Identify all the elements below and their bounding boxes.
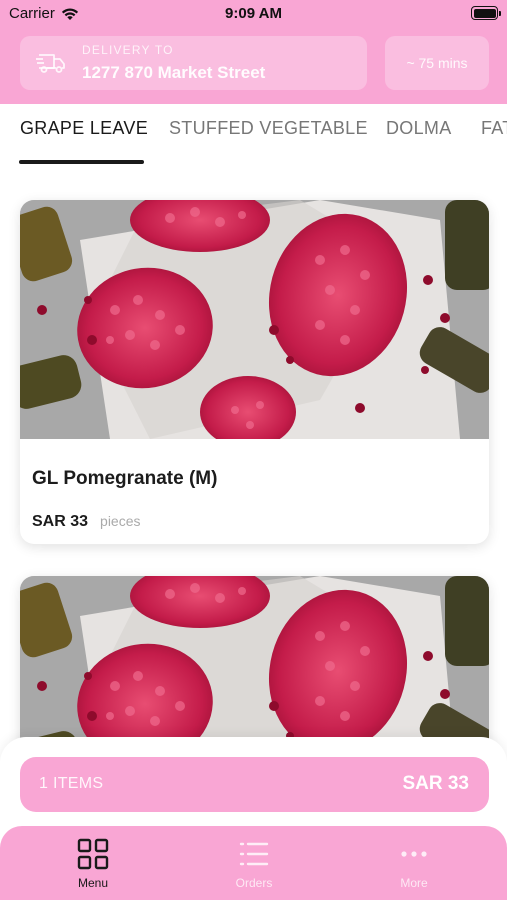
product-image — [20, 200, 489, 439]
status-time: 9:09 AM — [225, 5, 282, 22]
delivery-address: 1277 870 Market Street — [82, 63, 266, 82]
delivery-eta[interactable]: ~ 75 mins — [385, 36, 489, 90]
status-bar: Carrier 9:09 AM — [0, 0, 507, 28]
list-icon — [239, 842, 269, 866]
tab-stuffed-vegetable[interactable]: STUFFED VEGETABLE — [169, 118, 368, 139]
bottom-nav: Menu Orders More — [0, 826, 507, 900]
app-header: Carrier 9:09 AM DELIVERY TO 1277 870 Mar… — [0, 0, 507, 104]
product-price-row: SAR 33 pieces — [32, 513, 141, 531]
delivery-address-selector[interactable]: DELIVERY TO 1277 870 Market Street — [20, 36, 367, 90]
nav-menu[interactable]: Menu — [43, 838, 143, 890]
cart-item-count: 1 ITEMS — [39, 775, 104, 792]
product-unit: pieces — [100, 513, 141, 529]
more-icon — [401, 851, 427, 857]
delivery-truck-icon — [36, 54, 65, 73]
nav-orders-label: Orders — [235, 876, 273, 890]
grid-icon — [77, 838, 109, 870]
product-price: SAR 33 — [32, 513, 89, 530]
nav-menu-label: Menu — [77, 876, 109, 890]
tab-dolma[interactable]: DOLMA — [386, 118, 452, 139]
nav-more[interactable]: More — [364, 838, 464, 890]
battery-icon — [471, 6, 501, 20]
nav-orders[interactable]: Orders — [204, 838, 304, 890]
active-tab-indicator — [19, 160, 144, 164]
tab-fat[interactable]: FAT — [481, 118, 507, 139]
view-cart-button[interactable]: 1 ITEMS SAR 33 — [20, 757, 489, 812]
product-card[interactable]: GL Pomegranate (M) SAR 33 pieces — [20, 200, 489, 544]
category-tabs: GRAPE LEAVE STUFFED VEGETABLE DOLMA FAT — [0, 104, 507, 176]
nav-more-label: More — [400, 876, 428, 890]
cart-total: SAR 33 — [402, 773, 469, 794]
tab-grape-leave[interactable]: GRAPE LEAVE — [20, 118, 148, 139]
product-name: GL Pomegranate (M) — [32, 468, 218, 489]
delivery-label: DELIVERY TO — [82, 43, 174, 57]
